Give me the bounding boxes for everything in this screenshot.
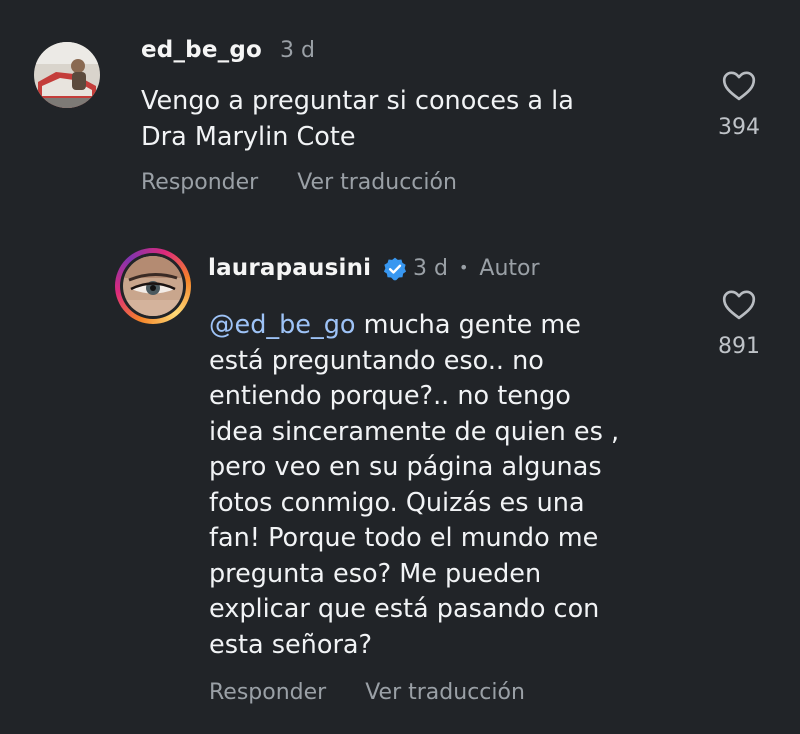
comment-text-line: Vengo a preguntar si conoces a la [141, 86, 574, 116]
comment-text: @ed_be_go mucha gente me está preguntand… [209, 308, 619, 663]
user-photo-avatar-icon [34, 42, 100, 108]
comment-text-line: Dra Marylin Cote [141, 121, 356, 152]
like-control: 394 [709, 70, 769, 140]
meta-separator: • [458, 258, 469, 277]
comment-text-line: fan! Porque todo el mundo me [209, 523, 599, 553]
avatar [123, 256, 183, 316]
comment-timestamp: 3 d [280, 38, 315, 63]
comment-meta: 3 d • Autor [413, 256, 540, 281]
author-badge: Autor [479, 256, 540, 281]
comment-text-line: idea sinceramente de quien es , [209, 416, 620, 447]
reply-button[interactable]: Responder [209, 680, 326, 705]
mention-link[interactable]: @ed_be_go [209, 310, 356, 340]
comment-actions: Responder Ver traducción [141, 170, 457, 195]
comment-text-line: fotos conmigo. Quizás es una [209, 487, 585, 518]
heart-icon[interactable] [722, 70, 756, 101]
avatar-story-ring[interactable] [115, 248, 191, 324]
comment-text: Vengo a preguntar si conoces a la Dra Ma… [141, 84, 574, 155]
comment-username[interactable]: ed_be_go [141, 37, 262, 63]
comment-text-line: explicar que está pasando con [209, 594, 600, 624]
avatar-border [120, 253, 186, 319]
heart-icon[interactable] [722, 289, 756, 320]
like-control: 891 [709, 289, 769, 359]
see-translation-button[interactable]: Ver traducción [297, 170, 457, 195]
like-count: 394 [718, 115, 760, 140]
comment-text-line: pregunta eso? Me pueden [209, 558, 542, 589]
comment-header: laurapausini [208, 255, 408, 282]
see-translation-button[interactable]: Ver traducción [365, 680, 525, 705]
reply-button[interactable]: Responder [141, 170, 258, 195]
comment-username[interactable]: laurapausini [208, 255, 371, 281]
comment-text-fragment: mucha gente me [355, 310, 581, 340]
verified-badge-icon [384, 257, 407, 280]
comment-timestamp: 3 d [413, 256, 448, 281]
eye-photo-avatar-icon [123, 256, 183, 316]
comment-text-line: esta señora? [209, 629, 373, 660]
comment-text-line: entiendo porque?.. no tengo [209, 381, 571, 411]
like-count: 891 [718, 334, 760, 359]
comment-actions: Responder Ver traducción [209, 680, 525, 705]
comment-text-line: está preguntando eso.. no [209, 345, 544, 376]
comment-text-line: pero veo en su página algunas [209, 452, 602, 482]
comment-text-line: @ed_be_go mucha gente me [209, 308, 619, 344]
avatar[interactable] [34, 42, 100, 108]
